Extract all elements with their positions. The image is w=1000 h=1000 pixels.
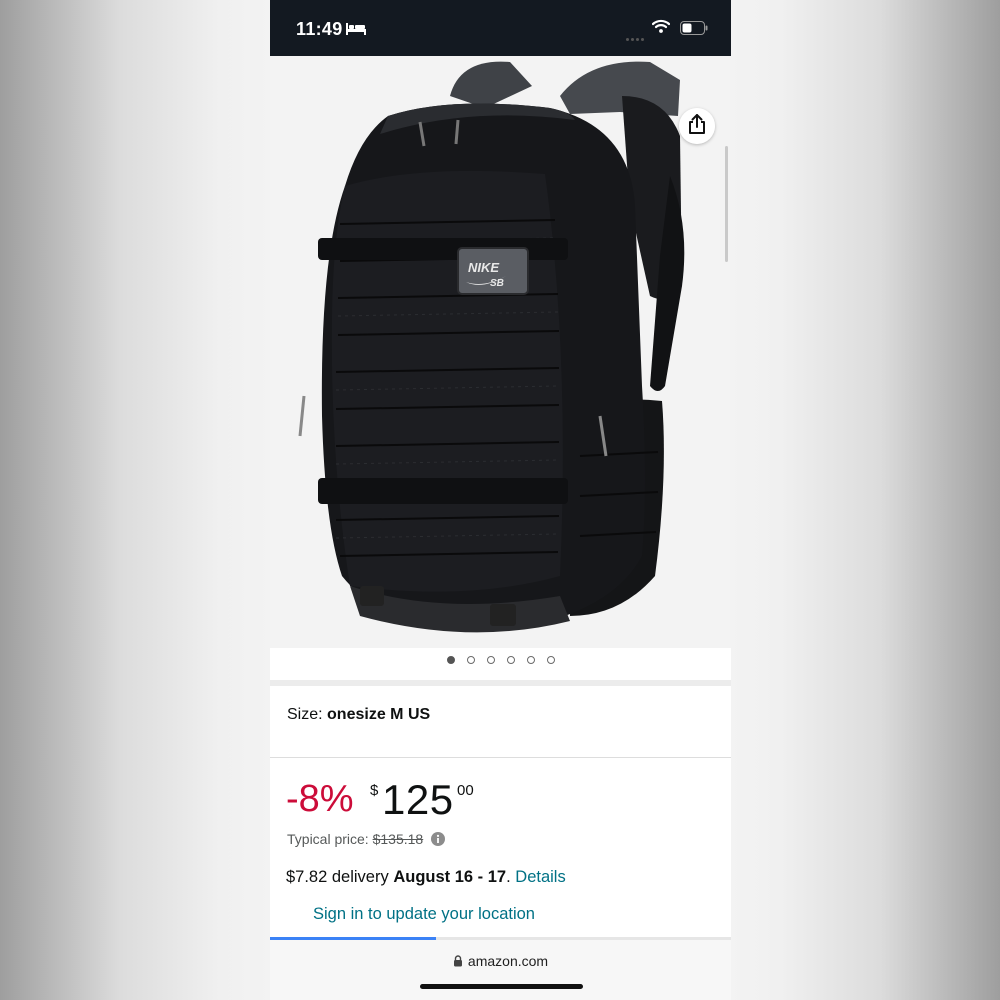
share-icon: [687, 113, 707, 140]
image-pager-row: [270, 648, 731, 680]
delivery-dates: August 16 - 17: [393, 868, 507, 886]
phone-screen: 11:49 NIKE SB Size: onesize M US -8% $ 1…: [270, 0, 731, 1000]
discount-percent: -8%: [286, 778, 354, 820]
url-display[interactable]: amazon.com: [270, 953, 731, 970]
pager-dot[interactable]: [526, 656, 535, 664]
pager-dot[interactable]: [546, 656, 555, 664]
size-selector[interactable]: Size: onesize M US: [287, 706, 430, 724]
wifi-icon: [651, 19, 671, 38]
delivery-separator: .: [506, 868, 516, 886]
pager-dot[interactable]: [466, 656, 475, 664]
home-indicator[interactable]: [420, 984, 583, 989]
delivery-cost: $7.82 delivery: [286, 868, 394, 886]
typical-price-label: Typical price:: [287, 831, 369, 847]
section-divider: [270, 680, 731, 686]
page-scrollbar[interactable]: [725, 146, 728, 262]
svg-text:SB: SB: [490, 278, 504, 289]
typical-price-value: $135.18: [372, 831, 424, 847]
cellular-signal-icon: [626, 28, 646, 46]
battery-icon: [680, 21, 708, 40]
share-button[interactable]: [679, 108, 715, 144]
status-bar: 11:49: [270, 0, 731, 56]
svg-text:NIKE: NIKE: [468, 260, 499, 275]
status-time: 11:49: [296, 19, 343, 39]
product-image-gallery[interactable]: NIKE SB: [270, 56, 731, 648]
image-pager[interactable]: [270, 656, 731, 664]
url-text: amazon.com: [467, 953, 549, 969]
info-icon[interactable]: [431, 832, 446, 849]
lock-icon: [453, 954, 463, 970]
delivery-details-link[interactable]: Details: [515, 868, 565, 886]
currency-symbol: $: [370, 782, 379, 799]
size-value: onesize M US: [327, 706, 431, 723]
divider: [270, 757, 731, 758]
pager-dot[interactable]: [486, 656, 495, 664]
backpack-image: NIKE SB: [298, 61, 685, 633]
price-whole: 125: [382, 776, 454, 823]
typical-price-row: Typical price: $135.18: [287, 831, 446, 849]
pager-dot[interactable]: [506, 656, 515, 664]
size-label: Size:: [287, 706, 323, 723]
bed-icon: [346, 22, 366, 40]
signin-location-link[interactable]: Sign in to update your location: [313, 905, 535, 924]
browser-address-bar[interactable]: amazon.com: [270, 940, 731, 1000]
price-fraction: 00: [457, 782, 474, 799]
delivery-info: $7.82 delivery August 16 - 17. Details: [286, 868, 566, 887]
pager-dot[interactable]: [446, 656, 455, 664]
